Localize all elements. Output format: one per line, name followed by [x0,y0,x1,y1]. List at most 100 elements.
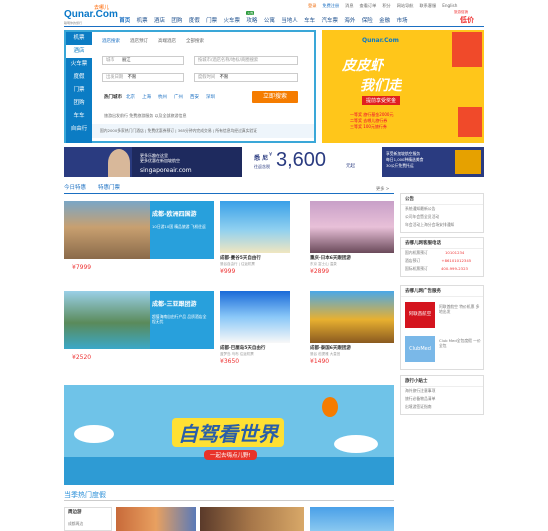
contact-type: 国内机票预订 [405,250,428,255]
tour-price: ¥2899 [310,268,330,275]
tour-card[interactable]: 重庆·日本6天跟团游 东京 富士山 温泉 ¥2899 [310,201,394,275]
tour-card[interactable]: 成都-三亚跟团游 超值海南自由行产品 品质酒店全程无忧 ¥2520 [64,291,214,371]
tab-vacation[interactable]: 度假 [66,71,92,84]
tab-today-deals[interactable]: 今日特惠 [64,183,86,191]
notice-line[interactable]: 年会活动上海分会场安排通知 [401,221,483,229]
partner-box: 去哪儿网广告服务 阿联酋航空 阿联酋航空 特价机票 多地出发 ClubMed C… [400,285,484,370]
hot-tour-photo[interactable] [116,507,196,531]
notice-title: 公告 [401,194,483,205]
contact-phone: 400-999-2323 [441,266,468,271]
duration-value: 不限 [219,75,229,80]
subtab-0[interactable]: 酒店搜索 [102,38,120,44]
notice-line[interactable]: 系统通知最新公告 [401,205,483,213]
sitemap-link[interactable]: 网站导航 [397,3,414,10]
self-drive-banner[interactable]: 自驾看世界 一起去嗨点儿野! [64,385,394,485]
singapore-air-banner[interactable]: 更多乐趣在这里 更多优惠在新加坡航空 singaporeair.com 悉 尼 … [64,147,484,177]
contact-phone: 10101234 [445,250,465,255]
tour-card[interactable]: 成都·曼谷5天自由行 曼谷自由行 | 往返机票 ¥999 [220,201,290,275]
points-link[interactable]: 积分 [382,3,390,10]
depart-date-field[interactable]: 出发日期 不限 [102,73,184,82]
subtab-3[interactable]: 全部搜索 [186,38,204,44]
tour-card[interactable]: 成都·巴厘岛5天自由行 蓝梦岛 乌布 往返机票 ¥3650 [220,291,290,365]
tour-name: 成都·泰国6天跟团游 [310,346,351,351]
site-logo[interactable]: 去哪儿 Qunar.Com 聪明你的旅行 [64,4,118,25]
tab-tickets[interactable]: 门票 [66,84,92,97]
nav-car[interactable]: 车车 [301,16,318,25]
notice-line[interactable]: 公司年会暨全员活动 [401,213,483,221]
keyword-placeholder: 按城市/酒店名称/地标/商圈搜索 [198,58,259,63]
subtab-2[interactable]: 高端酒店 [158,38,176,44]
clubmed-logo[interactable]: ClubMed [405,336,435,362]
nav-local[interactable]: 当地人 [278,16,301,25]
tip-line[interactable]: 海外旅行注意事项 [401,387,483,395]
hot-tour-photo[interactable] [200,507,304,531]
surround-line[interactable]: 成都周边 [65,520,111,528]
tab-independent[interactable]: 自由行 [66,123,92,136]
tab-hotels[interactable]: 酒店 [66,45,92,58]
search-tip: 旅游出发前行 免费旅游服务 以及全部旅游信息 [104,113,187,118]
search-info-bar: 国内2000多家热门门酒店 | 免费优惠券预订 | 365分钟内完成交易 | 所… [92,124,314,138]
tab-flights[interactable]: 机票 [66,32,92,45]
contact-line: 酒店预订 +86101012345 [401,257,483,265]
hot-tour-photo[interactable] [310,507,394,531]
nav-apartment[interactable]: 公寓 [261,16,278,25]
nav-overseas[interactable]: 海外 [341,16,358,25]
orders-link[interactable]: 查看订单 [360,3,377,10]
subtab-1[interactable]: 酒店预订 [130,38,148,44]
nav-train[interactable]: 火车票 [220,16,243,25]
pipi-line2: 我们走 [360,78,402,94]
city-field[interactable]: 城市 丽江 [102,56,184,65]
tour-card[interactable]: 成都·泰国6天跟团游 曼谷 芭提雅 大皇宫 ¥1490 [310,291,394,365]
login-link[interactable]: 登录 [308,3,316,10]
balloon-icon [322,397,338,417]
city-value: 丽江 [121,58,131,63]
singapore-air-logo [455,150,481,174]
nav-market[interactable]: 市场 [393,16,410,25]
tour-price: ¥3650 [220,358,240,365]
nav-insurance[interactable]: 保险 [359,16,376,25]
keyword-input[interactable]: 按城市/酒店名称/地标/商圈搜索 [194,56,298,65]
messages-link[interactable]: 消息 [345,3,353,10]
tour-photo [310,291,394,343]
pipi-promo-banner[interactable]: Qunar.Com 皮皮虾 我们走 提前享受奖金 一等奖 旅行基金2000元 二… [322,30,484,143]
service-link[interactable]: 联系客服 [419,3,436,10]
self-drive-sub: 一起去嗨点儿野! [204,450,257,460]
sg-unit: 元起 [346,164,355,169]
duration-field[interactable]: 度假时间 不限 [194,73,298,82]
hot-cities: 北京 上海 杭州 广州 西安 深圳 [126,94,215,100]
hot-city-0[interactable]: 北京 [126,94,135,100]
emirates-logo[interactable]: 阿联酋航空 [405,302,435,328]
english-link[interactable]: English [442,3,457,10]
pipi-line1: 皮皮虾 [342,58,384,74]
tab-ticket-deals[interactable]: 特惠门票 [98,183,120,191]
tab-car[interactable]: 车车 [66,110,92,123]
tab-group[interactable]: 团购 [66,97,92,110]
nav-finance[interactable]: 金融 [376,16,393,25]
city-label: 城市 [106,58,115,63]
more-link[interactable]: 更多 > [376,186,389,192]
nav-group[interactable]: 团购 [168,16,185,25]
register-link[interactable]: 免费注册 [322,3,339,10]
nav-hotels[interactable]: 酒店 [151,16,168,25]
tip-line[interactable]: 旅行必备物品清单 [401,395,483,403]
nav-flights[interactable]: 机票 [133,16,150,25]
hot-divider [64,500,394,501]
nav-tickets[interactable]: 门票 [203,16,220,25]
hot-city-3[interactable]: 广州 [174,94,183,100]
nav-vacation[interactable]: 度假 [186,16,203,25]
nav-guide[interactable]: 火热 攻略 [243,11,260,25]
tour-desc: 东京 富士山 温泉 [310,262,337,266]
notice-box: 公告 系统通知最新公告 公司年会暨全员活动 年会活动上海分会场安排通知 [400,193,484,233]
tour-card[interactable]: 成都-欧洲四国游 10日游10国 精品旅游 飞机往返 ¥7999 [64,201,214,281]
top-promo[interactable]: 旅游促销 低价 [454,10,486,24]
tips-title: 旅行小贴士 [401,376,483,387]
tip-line[interactable]: 出境游签证指南 [401,403,483,411]
hot-city-5[interactable]: 深圳 [206,94,215,100]
nav-home[interactable]: 首页 [116,16,133,25]
hot-city-4[interactable]: 西安 [190,94,199,100]
nav-bus[interactable]: 汽车票 [318,16,341,25]
hot-city-1[interactable]: 上海 [142,94,151,100]
tab-train[interactable]: 火车票 [66,58,92,71]
hot-city-2[interactable]: 杭州 [158,94,167,100]
search-button[interactable]: 立即搜索 [252,91,298,103]
